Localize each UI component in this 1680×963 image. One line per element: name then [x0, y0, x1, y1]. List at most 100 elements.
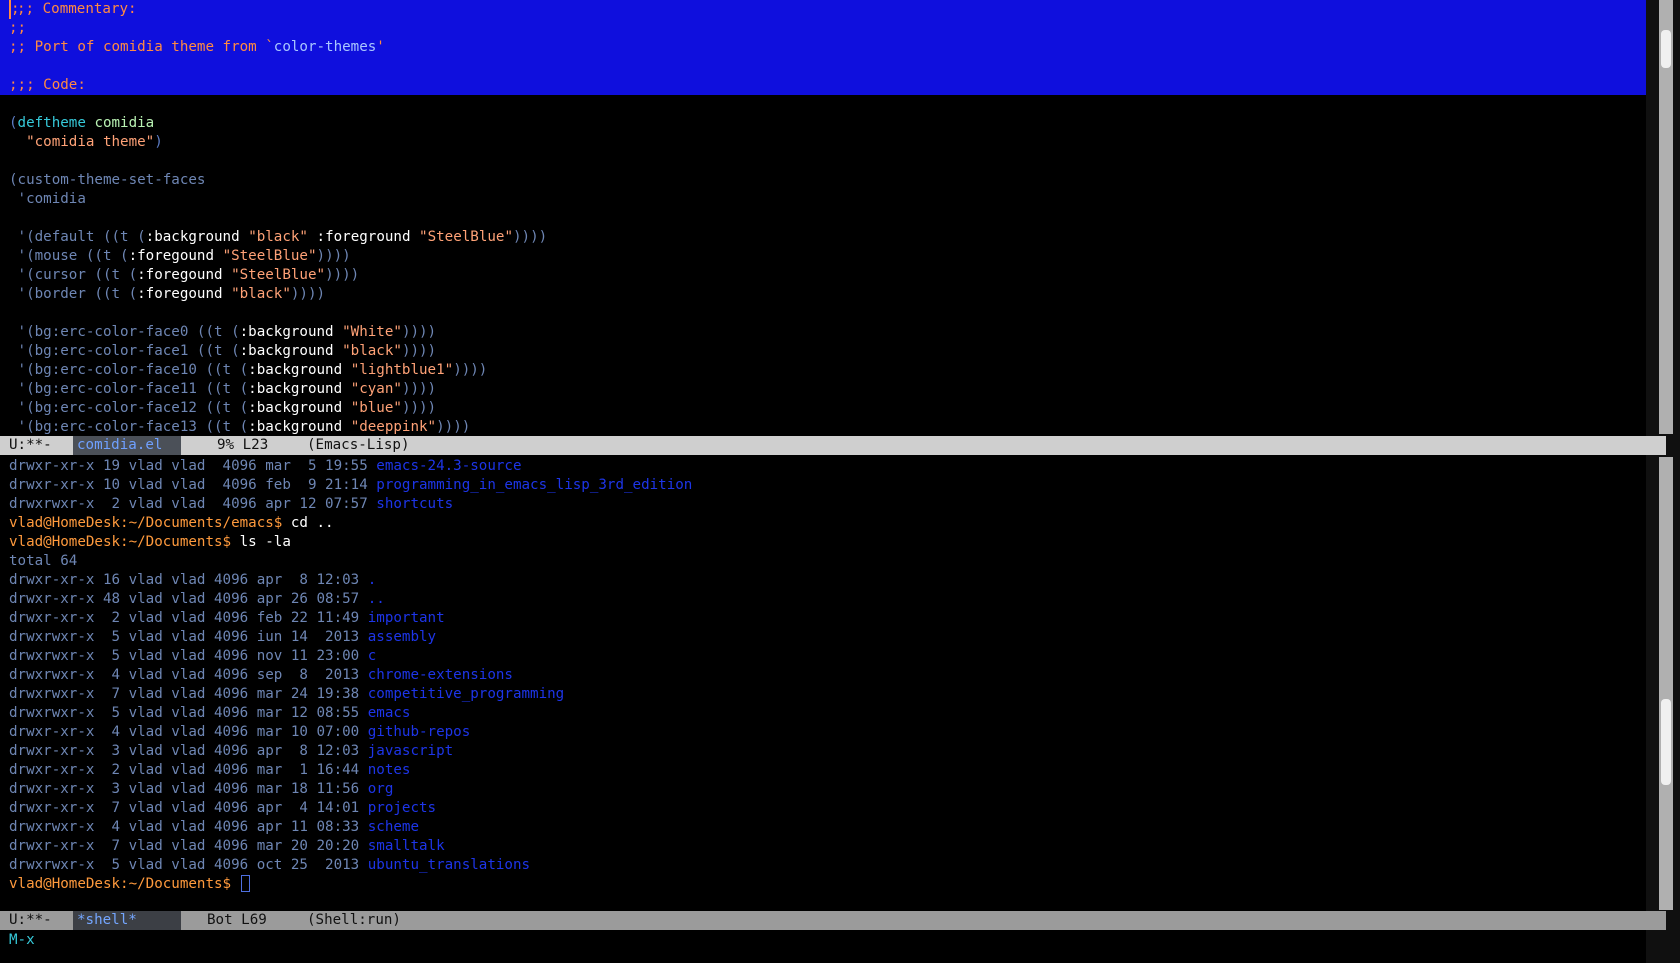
shell-line: drwxr-xr-x 4 vlad vlad 4096 mar 10 07:00… [0, 723, 1646, 742]
shell-token-dir[interactable]: chrome-extensions [368, 667, 513, 683]
shell-token-dir[interactable]: smalltalk [368, 838, 445, 854]
shell-token-text: drwxrwxr-x 7 vlad vlad 4096 mar 24 19:38 [9, 686, 368, 702]
code-token-paren: ( [9, 115, 18, 131]
code-line: '(cursor ((t (:foregound "SteelBlue")))) [0, 266, 1646, 285]
code-token-text: )))) [401, 381, 437, 397]
code-token-paren: ) [154, 134, 163, 150]
shell-line: drwxrwxr-x 7 vlad vlad 4096 mar 24 19:38… [0, 685, 1646, 704]
code-line: ;;; Code: [0, 76, 1646, 95]
code-line: '(default ((t (:background "black" :fore… [0, 228, 1646, 247]
code-token-text: 'comidia [9, 191, 86, 207]
code-token-string: "cyan" [350, 381, 402, 397]
shell-token-dir[interactable]: github-repos [368, 724, 471, 740]
shell-token-text: drwxr-xr-x 2 vlad vlad 4096 feb 22 11:49 [9, 610, 368, 626]
shell-token-dir[interactable]: emacs [368, 705, 411, 721]
shell-token-dir[interactable]: c [368, 648, 377, 664]
code-line: '(border ((t (:foregound "black")))) [0, 285, 1646, 304]
shell-token-dir[interactable]: emacs-24.3-source [376, 458, 521, 474]
shell-window[interactable]: drwxr-xr-x 19 vlad vlad 4096 mar 5 19:55… [0, 457, 1646, 910]
shell-token-dir[interactable]: projects [368, 800, 436, 816]
code-token-text: )))) [290, 286, 326, 302]
editor-window-comidia[interactable]: ;;; Commentary:;; ;; Port of comidia them… [0, 0, 1646, 434]
shell-line: drwxrwxr-x 5 vlad vlad 4096 nov 11 23:00… [0, 647, 1646, 666]
text-cursor: ; [9, 0, 20, 19]
buffer-name[interactable]: *shell* [73, 911, 181, 930]
shell-token-text: drwxr-xr-x 10 vlad vlad 4096 feb 9 21:14 [9, 477, 377, 493]
buffer-status: U:**- [9, 912, 52, 928]
code-token-text: )))) [453, 362, 488, 378]
code-token-text: '(bg:erc-color-face10 ((t ( [9, 362, 249, 378]
code-token-text: (custom-theme-set-faces [9, 172, 206, 188]
shell-cursor[interactable] [240, 875, 250, 892]
code-line [0, 57, 1646, 76]
bottom-window-scrollbar[interactable] [1659, 457, 1673, 910]
buffer-position: Bot L69 [207, 912, 267, 928]
code-token-text: )))) [401, 324, 437, 340]
code-token-key: :background [248, 362, 343, 378]
code-line: 'comidia [0, 190, 1646, 209]
shell-line: drwxr-xr-x 2 vlad vlad 4096 mar 1 16:44 … [0, 761, 1646, 780]
shell-line: drwxrwxr-x 5 vlad vlad 4096 iun 14 2013 … [0, 628, 1646, 647]
code-token-text: '(default ((t ( [9, 229, 146, 245]
code-token-text: )))) [401, 400, 437, 416]
code-line: '(bg:erc-color-face12 ((t (:background "… [0, 399, 1646, 418]
top-scroll-thumb[interactable] [1661, 30, 1671, 68]
shell-token-text: drwxr-xr-x 2 vlad vlad 4096 mar 1 16:44 [9, 762, 368, 778]
code-line: ;; [0, 19, 1646, 38]
minibuffer[interactable]: M-x [0, 931, 1655, 950]
shell-token-dir[interactable]: org [368, 781, 394, 797]
shell-token-dir[interactable]: programming_in_emacs_lisp_3rd_edition [376, 477, 692, 493]
shell-token-dir[interactable]: .. [368, 591, 385, 607]
shell-token-dir[interactable]: notes [368, 762, 411, 778]
code-token-string: "SteelBlue" [419, 229, 514, 245]
shell-line: drwxr-xr-x 48 vlad vlad 4096 apr 26 08:5… [0, 590, 1646, 609]
shell-line: drwxr-xr-x 2 vlad vlad 4096 feb 22 11:49… [0, 609, 1646, 628]
code-token-string: "black" [248, 229, 308, 245]
shell-token-dir[interactable]: competitive_programming [368, 686, 564, 702]
code-line: '(bg:erc-color-face1 ((t (:background "b… [0, 342, 1646, 361]
shell-token-text: drwxr-xr-x 3 vlad vlad 4096 mar 18 11:56 [9, 781, 368, 797]
shell-token-dir[interactable]: assembly [368, 629, 436, 645]
buffer-position: 9% L23 [217, 437, 269, 453]
code-token-comment: ;; Commentary: [17, 1, 137, 17]
shell-token-text: drwxrwxr-x 4 vlad vlad 4096 sep 8 2013 [9, 667, 368, 683]
code-line: ;; Port of comidia theme from `color-the… [0, 38, 1646, 57]
shell-token-dir[interactable]: scheme [368, 819, 419, 835]
shell-token-dir[interactable]: important [368, 610, 445, 626]
code-token-text: )))) [436, 419, 471, 434]
code-token-text: '(bg:erc-color-face12 ((t ( [9, 400, 249, 416]
shell-token-dir[interactable]: . [368, 572, 377, 588]
shell-token-text: total 64 [9, 553, 78, 569]
shell-token-dir[interactable]: javascript [368, 743, 453, 759]
code-token-key: :background [239, 343, 334, 359]
shell-token-dir[interactable]: shortcuts [376, 496, 453, 512]
code-token-text: '(bg:erc-color-face11 ((t ( [9, 381, 249, 397]
shell-line: drwxrwxr-x 4 vlad vlad 4096 sep 8 2013 c… [0, 666, 1646, 685]
code-token-key: :background [239, 324, 334, 340]
shell-line: vlad@HomeDesk:~/Documents$ ls -la [0, 533, 1646, 552]
bottom-scroll-thumb[interactable] [1661, 699, 1671, 785]
code-line: (deftheme comidia [0, 114, 1646, 133]
code-token-comment: ;; [9, 20, 27, 36]
code-token-string: "deeppink" [350, 419, 437, 434]
bottom-mode-line: U:**- *shell* Bot L69 (Shell:run) [0, 911, 1666, 930]
shell-token-dir[interactable]: ubuntu_translations [368, 857, 530, 873]
buffer-name[interactable]: comidia.el [73, 436, 181, 455]
top-window-scrollbar[interactable] [1659, 0, 1673, 434]
shell-line: total 64 [0, 552, 1646, 571]
shell-token-text: drwxr-xr-x 7 vlad vlad 4096 apr 4 14:01 [9, 800, 368, 816]
code-token-text: '(cursor ((t ( [9, 267, 138, 283]
shell-line: drwxr-xr-x 3 vlad vlad 4096 mar 18 11:56… [0, 780, 1646, 799]
code-token-key: :background [145, 229, 240, 245]
code-token-string: "lightblue1" [350, 362, 454, 378]
top-mode-line: U:**- comidia.el 9% L23 (Emacs-Lisp) [0, 436, 1666, 455]
shell-token-prompt: vlad@HomeDesk:~/Documents/emacs$ [9, 515, 291, 531]
shell-line: drwxr-xr-x 16 vlad vlad 4096 apr 8 12:03… [0, 571, 1646, 590]
shell-line: drwxrwxr-x 2 vlad vlad 4096 apr 12 07:57… [0, 495, 1646, 514]
